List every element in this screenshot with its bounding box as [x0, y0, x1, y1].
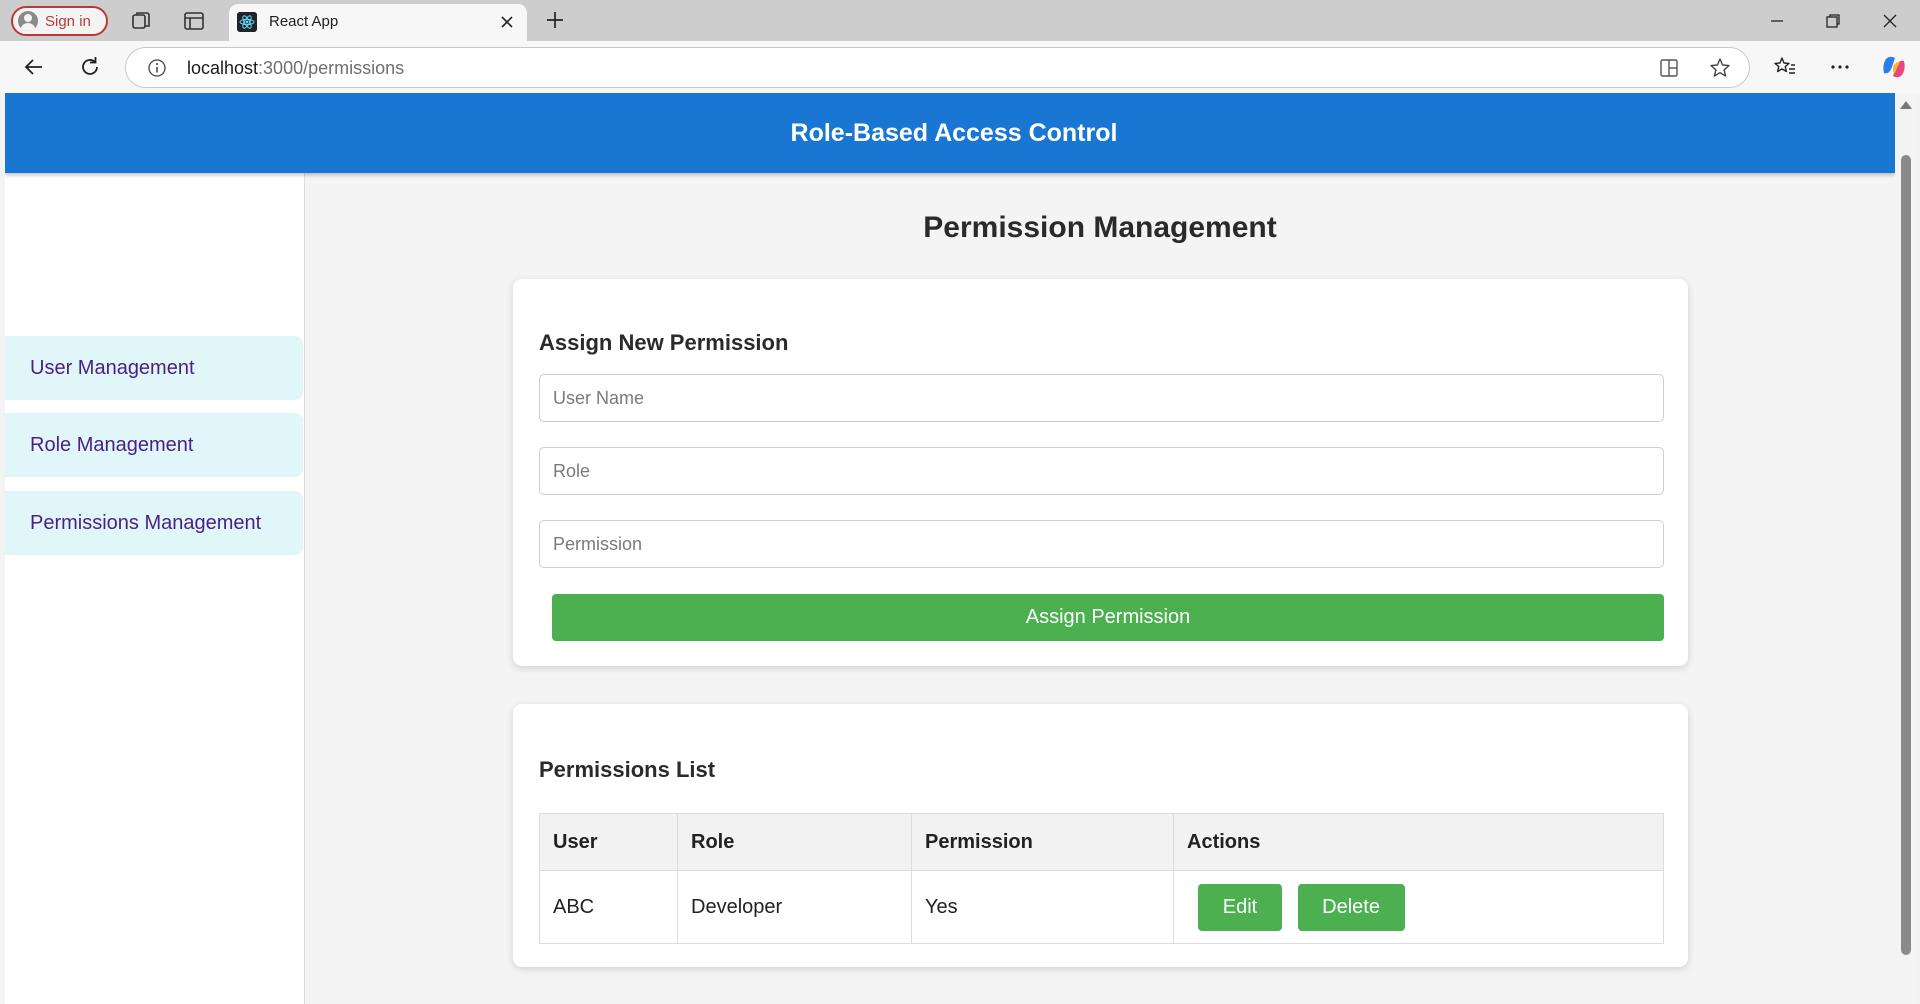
user-name-input[interactable] [539, 374, 1664, 422]
site-info-icon[interactable] [147, 58, 167, 78]
sign-in-button[interactable]: Sign in [11, 6, 108, 36]
cell-user: ABC [539, 870, 678, 944]
delete-button[interactable]: Delete [1297, 883, 1405, 931]
sidebar-item-label: User Management [30, 356, 195, 379]
favorite-star-icon[interactable] [1708, 56, 1732, 80]
address-bar[interactable]: localhost:3000/permissions [125, 47, 1750, 88]
sidebar-item-label: Role Management [30, 433, 194, 456]
close-window-icon[interactable] [1880, 11, 1900, 31]
sign-in-label: Sign in [45, 12, 91, 30]
more-options-icon[interactable] [1827, 54, 1853, 80]
sidebar-item-permissions-management[interactable]: Permissions Management [5, 491, 303, 555]
app-page: Role-Based Access Control User Managemen… [5, 93, 1895, 1004]
react-logo-icon [237, 12, 257, 32]
column-header-user: User [539, 813, 678, 871]
assign-permission-card: Assign New Permission Assign Permission [513, 279, 1688, 666]
url-text[interactable]: localhost:3000/permissions [187, 58, 404, 79]
page-scrollbar[interactable] [1895, 93, 1915, 1004]
permissions-table: User Role Permission Actions ABC Develop… [539, 813, 1664, 944]
sidebar-item-label: Permissions Management [30, 511, 262, 534]
url-path: :3000/permissions [258, 58, 405, 78]
app-header: Role-Based Access Control [5, 93, 1895, 173]
split-screen-icon[interactable] [1658, 57, 1680, 79]
browser-toolbar: localhost:3000/permissions [0, 41, 1920, 93]
favorites-icon[interactable] [1772, 54, 1798, 80]
cell-permission: Yes [911, 870, 1174, 944]
column-header-permission: Permission [911, 813, 1174, 871]
tab-title: React App [269, 13, 339, 30]
minimize-icon[interactable] [1767, 11, 1787, 31]
browser-tab-strip: Sign in React App [0, 0, 1920, 41]
refresh-icon[interactable] [77, 54, 103, 80]
scroll-up-arrow-icon[interactable] [1900, 101, 1912, 109]
permissions-list-card: Permissions List User Role Permission Ac… [513, 704, 1688, 967]
restore-icon[interactable] [1823, 11, 1843, 31]
back-arrow-icon[interactable] [21, 54, 47, 80]
profile-avatar-icon [18, 11, 38, 31]
permission-input[interactable] [539, 520, 1664, 568]
sidebar-item-user-management[interactable]: User Management [5, 336, 303, 400]
sidebar-item-role-management[interactable]: Role Management [5, 413, 303, 477]
table-header-row: User Role Permission Actions [539, 813, 1664, 871]
role-input[interactable] [539, 447, 1664, 495]
tab-actions-icon[interactable] [182, 9, 206, 33]
page-title: Permission Management [923, 211, 1277, 244]
permissions-list-heading: Permissions List [539, 757, 716, 782]
sidebar: User Management Role Management Permissi… [5, 173, 305, 1004]
new-tab-icon[interactable] [544, 9, 566, 31]
edit-button[interactable]: Edit [1198, 883, 1282, 931]
column-header-role: Role [677, 813, 912, 871]
workspaces-icon[interactable] [129, 9, 153, 33]
assign-permission-button[interactable]: Assign Permission [552, 594, 1664, 641]
tab-react-app[interactable]: React App [229, 4, 527, 41]
column-header-actions: Actions [1173, 813, 1664, 871]
close-tab-icon[interactable] [499, 14, 515, 30]
assign-form-heading: Assign New Permission [539, 330, 789, 355]
table-row: ABC Developer Yes Edit Delete [539, 870, 1664, 944]
cell-role: Developer [677, 870, 912, 944]
copilot-icon[interactable] [1880, 53, 1908, 81]
cell-actions: Edit Delete [1173, 870, 1664, 944]
scrollbar-thumb[interactable] [1901, 155, 1911, 955]
url-host: localhost [187, 58, 259, 78]
app-title: Role-Based Access Control [790, 118, 1118, 147]
